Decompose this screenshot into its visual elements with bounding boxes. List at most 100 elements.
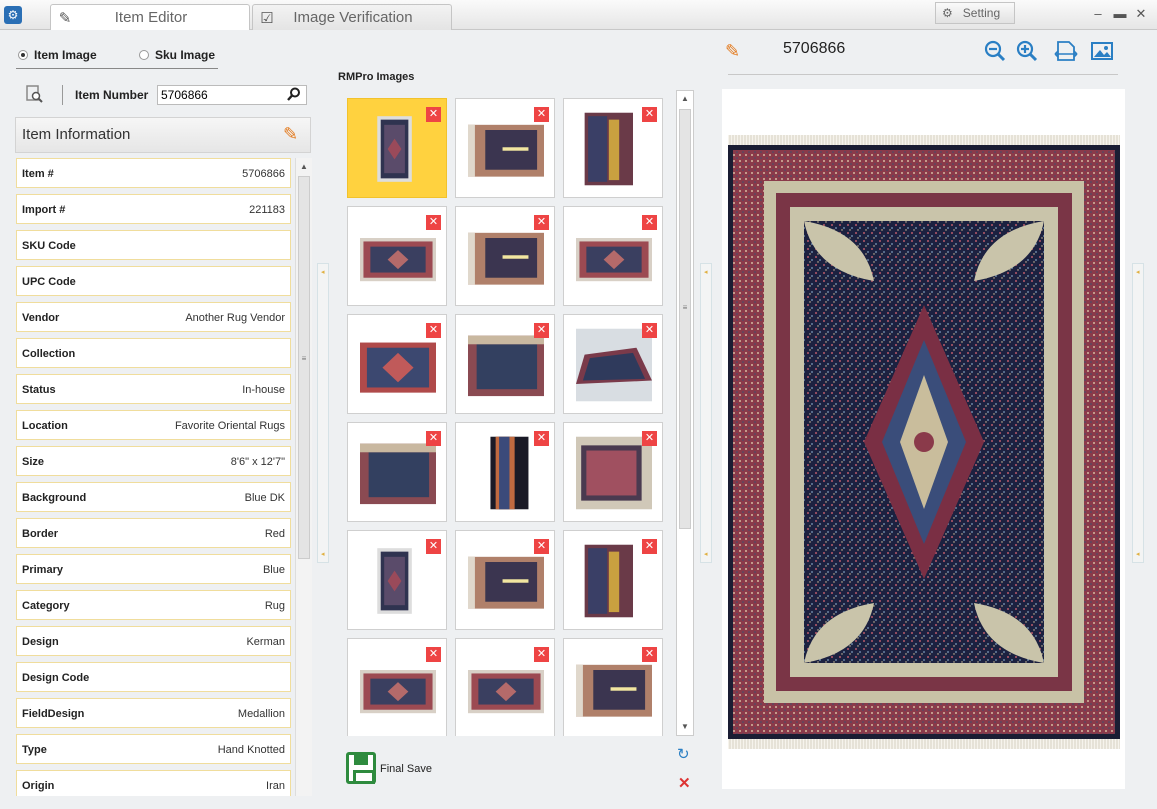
zoom-in-icon[interactable] <box>1016 40 1038 67</box>
scroll-up-icon[interactable]: ▲ <box>299 162 309 172</box>
delete-icon[interactable]: ✕ <box>642 323 657 338</box>
field-row[interactable]: Background Blue DK <box>16 482 291 512</box>
image-thumbnail[interactable]: ✕ <box>347 98 447 198</box>
maximize-button[interactable]: ▬ <box>1112 6 1128 22</box>
field-row[interactable]: Design Kerman <box>16 626 291 656</box>
field-row[interactable]: Size 8'6" x 12'7" <box>16 446 291 476</box>
field-label: Import # <box>22 204 66 216</box>
clear-icon[interactable]: ✕ <box>678 774 691 792</box>
field-value: Iran <box>266 780 285 792</box>
image-thumbnail[interactable]: ✕ <box>563 638 663 736</box>
field-label: Collection <box>22 348 76 360</box>
radio-item-image[interactable]: Item Image <box>18 48 97 62</box>
delete-icon[interactable]: ✕ <box>534 107 549 122</box>
image-thumbnail[interactable]: ✕ <box>455 98 555 198</box>
field-row[interactable]: Vendor Another Rug Vendor <box>16 302 291 332</box>
image-thumbnail[interactable]: ✕ <box>455 314 555 414</box>
scroll-thumb[interactable] <box>298 176 310 559</box>
minimize-button[interactable]: – <box>1090 6 1106 22</box>
scroll-thumb[interactable] <box>679 109 691 529</box>
delete-icon[interactable]: ✕ <box>426 323 441 338</box>
image-thumbnail[interactable]: ✕ <box>563 422 663 522</box>
save-icon[interactable] <box>346 752 376 784</box>
delete-icon[interactable]: ✕ <box>426 215 441 230</box>
right-collapse-handle[interactable]: ◂ ◂ <box>1132 263 1144 563</box>
item-information-header: Item Information <box>15 117 311 153</box>
image-thumbnail[interactable]: ✕ <box>455 206 555 306</box>
delete-icon[interactable]: ✕ <box>534 323 549 338</box>
delete-icon[interactable]: ✕ <box>642 107 657 122</box>
image-grid-scrollbar[interactable]: ▲ ≡ ▼ <box>676 90 694 736</box>
zoom-out-icon[interactable] <box>984 40 1006 67</box>
final-save-label[interactable]: Final Save <box>380 763 432 775</box>
item-fields-list: Item # 5706866 Import # 221183 SKU Code UPC C… <box>14 158 294 796</box>
field-row[interactable]: Item # 5706866 <box>16 158 291 188</box>
field-value: Kerman <box>246 636 285 648</box>
delete-icon[interactable]: ✕ <box>534 647 549 662</box>
rug-thumbnail-image <box>576 238 652 282</box>
middle-collapse-handle[interactable]: ◂ ◂ <box>700 263 712 563</box>
field-row[interactable]: Origin Iran <box>16 770 291 796</box>
image-thumbnail[interactable]: ✕ <box>455 638 555 736</box>
field-row[interactable]: Category Rug <box>16 590 291 620</box>
image-icon[interactable] <box>1090 40 1114 67</box>
field-value: In-house <box>242 384 285 396</box>
image-thumbnail[interactable]: ✕ <box>563 530 663 630</box>
field-row[interactable]: Collection <box>16 338 291 368</box>
image-thumbnail[interactable]: ✕ <box>563 314 663 414</box>
field-value: 8'6" x 12'7" <box>230 456 285 468</box>
image-thumbnail[interactable]: ✕ <box>347 530 447 630</box>
setting-button[interactable]: ⚙ Setting <box>935 2 1015 24</box>
image-thumbnail[interactable]: ✕ <box>347 314 447 414</box>
scroll-up-icon[interactable]: ▲ <box>680 94 690 104</box>
scroll-down-icon[interactable]: ▼ <box>680 722 690 732</box>
item-number-input[interactable] <box>157 85 307 105</box>
field-row[interactable]: Primary Blue <box>16 554 291 584</box>
field-row[interactable]: Type Hand Knotted <box>16 734 291 764</box>
image-thumbnail[interactable]: ✕ <box>455 530 555 630</box>
delete-icon[interactable]: ✕ <box>534 431 549 446</box>
image-thumbnail[interactable]: ✕ <box>347 206 447 306</box>
field-row[interactable]: Import # 221183 <box>16 194 291 224</box>
tab-image-verification[interactable]: ☑ Image Verification <box>252 4 452 30</box>
image-thumbnail[interactable]: ✕ <box>563 206 663 306</box>
tab-item-editor[interactable]: ✎ Item Editor <box>50 4 250 30</box>
radio-dot <box>18 50 28 60</box>
handle-arrow-icon: ◂ <box>704 269 708 276</box>
field-value: 221183 <box>249 204 285 216</box>
left-collapse-handle[interactable]: ◂ ◂ <box>317 263 329 563</box>
delete-icon[interactable]: ✕ <box>426 107 441 122</box>
delete-icon[interactable]: ✕ <box>534 215 549 230</box>
radio-sku-image[interactable]: Sku Image <box>139 48 215 62</box>
image-thumbnail[interactable]: ✕ <box>347 638 447 736</box>
image-thumbnail[interactable]: ✕ <box>347 422 447 522</box>
tab-label: Image Verification <box>293 9 413 26</box>
field-row[interactable]: FieldDesign Medallion <box>16 698 291 728</box>
delete-icon[interactable]: ✕ <box>534 539 549 554</box>
field-row[interactable]: Design Code <box>16 662 291 692</box>
fit-width-icon[interactable] <box>1054 40 1078 67</box>
field-row[interactable]: Border Red <box>16 518 291 548</box>
image-thumbnail[interactable]: ✕ <box>455 422 555 522</box>
pencil-icon[interactable]: ✎ <box>283 124 298 145</box>
delete-icon[interactable]: ✕ <box>642 431 657 446</box>
field-row[interactable]: Status In-house <box>16 374 291 404</box>
document-search-icon[interactable] <box>24 84 44 104</box>
image-thumbnail[interactable]: ✕ <box>563 98 663 198</box>
search-icon[interactable] <box>287 87 301 104</box>
field-row[interactable]: UPC Code <box>16 266 291 296</box>
delete-icon[interactable]: ✕ <box>642 215 657 230</box>
close-button[interactable]: ✕ <box>1133 6 1149 22</box>
refresh-icon[interactable]: ↻ <box>677 745 690 763</box>
delete-icon[interactable]: ✕ <box>642 539 657 554</box>
delete-icon[interactable]: ✕ <box>426 539 441 554</box>
delete-icon[interactable]: ✕ <box>426 431 441 446</box>
field-row[interactable]: SKU Code <box>16 230 291 260</box>
pencil-icon[interactable]: ✎ <box>725 41 740 62</box>
grip-icon: ≡ <box>682 303 688 312</box>
delete-icon[interactable]: ✕ <box>642 647 657 662</box>
item-fields-scrollbar[interactable]: ▲ ≡ <box>295 158 312 796</box>
rug-thumbnail-image <box>584 544 633 618</box>
delete-icon[interactable]: ✕ <box>426 647 441 662</box>
field-row[interactable]: Location Favorite Oriental Rugs <box>16 410 291 440</box>
